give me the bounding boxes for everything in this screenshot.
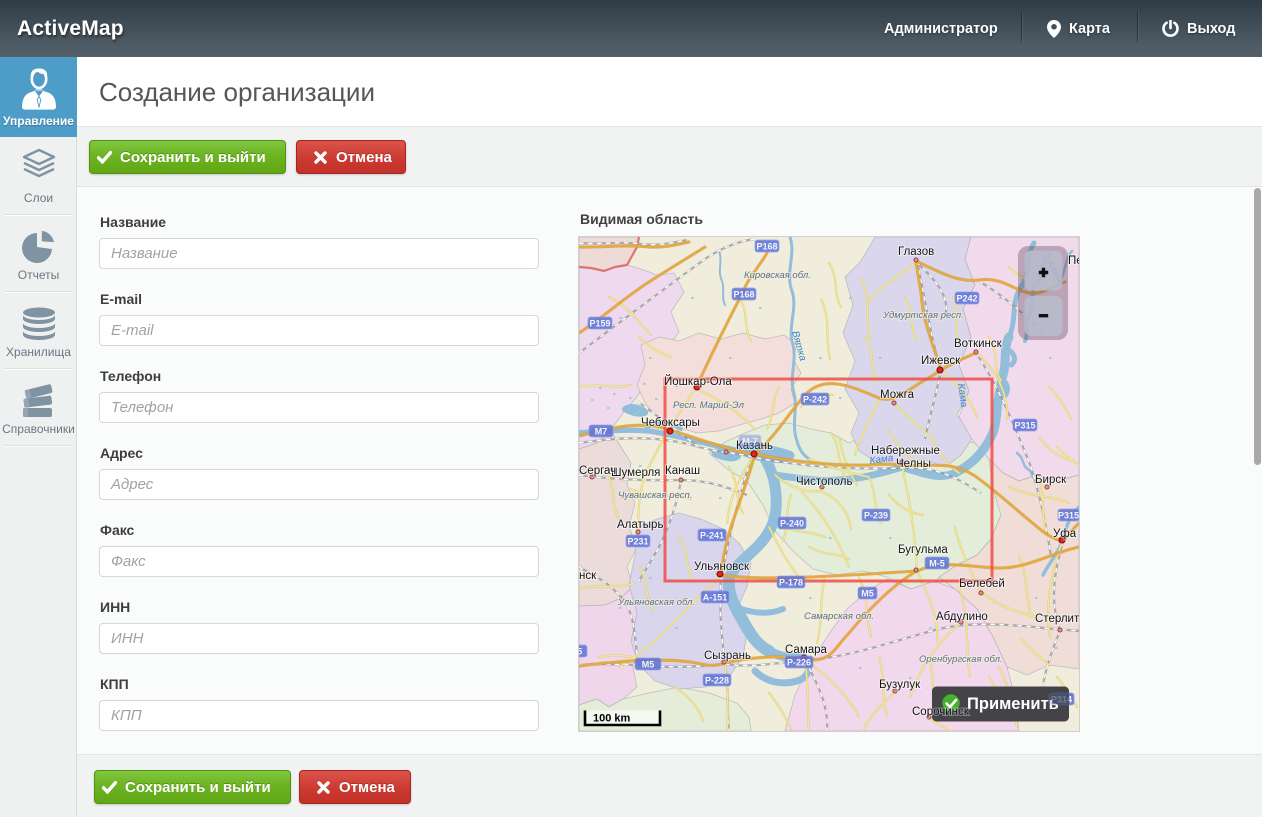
svg-text:Удмуртская респ.: Удмуртская респ. bbox=[882, 310, 964, 321]
svg-text:нск: нск bbox=[579, 570, 597, 582]
svg-text:Р231: Р231 bbox=[627, 536, 648, 546]
svg-text:Р168: Р168 bbox=[756, 241, 777, 251]
svg-text:Р-228: Р-228 bbox=[705, 675, 729, 685]
svg-text:Набережные: Набережные bbox=[871, 445, 940, 457]
svg-text:Ульяновская обл.: Ульяновская обл. bbox=[617, 597, 695, 608]
svg-text:Кировская обл.: Кировская обл. bbox=[744, 270, 811, 281]
svg-text:Р159: Р159 bbox=[589, 318, 610, 328]
svg-text:Р-241: Р-241 bbox=[700, 530, 724, 540]
svg-text:Р242: Р242 bbox=[956, 293, 977, 303]
svg-text:М-5: М-5 bbox=[929, 558, 945, 568]
svg-text:Чувашская респ.: Чувашская респ. bbox=[618, 490, 692, 501]
svg-text:Самара: Самара bbox=[785, 644, 828, 656]
svg-text:Р-242: Р-242 bbox=[803, 394, 827, 404]
svg-text:Йошкар-Ола: Йошкар-Ола bbox=[664, 375, 732, 388]
svg-text:Можга: Можга bbox=[880, 389, 915, 401]
svg-text:М-7: М-7 bbox=[742, 436, 758, 446]
svg-text:Р314: Р314 bbox=[1051, 694, 1072, 704]
svg-text:М5: М5 bbox=[642, 659, 655, 669]
svg-text:Чистополь: Чистополь bbox=[796, 476, 852, 488]
svg-text:Шумерля: Шумерля bbox=[611, 467, 660, 479]
svg-text:Применить: Применить bbox=[967, 695, 1059, 713]
svg-text:Р315: Р315 bbox=[1014, 420, 1035, 430]
svg-text:Р315: Р315 bbox=[1058, 510, 1079, 520]
svg-text:Сергач: Сергач bbox=[579, 465, 616, 477]
svg-text:Алатырь: Алатырь bbox=[617, 519, 663, 531]
svg-text:Сорочинск: Сорочинск bbox=[912, 706, 970, 718]
svg-text:Оренбургская обл.: Оренбургская обл. bbox=[919, 654, 1003, 665]
svg-text:Бирск: Бирск bbox=[1035, 474, 1067, 486]
svg-text:100 km: 100 km bbox=[593, 713, 631, 725]
svg-text:Бузулук: Бузулук bbox=[879, 679, 921, 691]
svg-text:Респ. Марий-Эл: Респ. Марий-Эл bbox=[673, 400, 745, 411]
svg-text:Канаш: Канаш bbox=[665, 465, 700, 477]
svg-text:Р-240: Р-240 bbox=[780, 518, 804, 528]
svg-text:Р-178: Р-178 bbox=[779, 577, 803, 587]
svg-text:Пе: Пе bbox=[1068, 255, 1079, 267]
svg-text:Сызрань: Сызрань bbox=[704, 650, 751, 662]
svg-text:Белебей: Белебей bbox=[959, 578, 1005, 590]
svg-text:Глазов: Глазов bbox=[898, 246, 934, 258]
svg-text:Воткинск: Воткинск bbox=[954, 338, 1003, 350]
svg-text:Р168: Р168 bbox=[733, 289, 754, 299]
svg-text:М5: М5 bbox=[861, 588, 874, 598]
svg-text:Абдулино: Абдулино bbox=[936, 611, 988, 623]
svg-text:Ижевск: Ижевск bbox=[921, 355, 961, 367]
svg-text:Р-239: Р-239 bbox=[864, 510, 888, 520]
svg-text:Стерлита: Стерлита bbox=[1035, 613, 1079, 625]
svg-text:Ульяновск: Ульяновск bbox=[694, 561, 750, 573]
svg-text:М7: М7 bbox=[595, 426, 608, 436]
svg-text:М5: М5 bbox=[579, 646, 582, 656]
svg-text:Чебоксары: Чебоксары bbox=[641, 417, 700, 429]
svg-text:Р-226: Р-226 bbox=[787, 657, 811, 667]
svg-text:Бугульма: Бугульма bbox=[898, 544, 948, 556]
svg-text:Уфа: Уфа bbox=[1053, 528, 1077, 540]
svg-text:Самарская обл.: Самарская обл. bbox=[804, 611, 874, 622]
svg-text:А-151: А-151 bbox=[703, 592, 728, 602]
svg-text:Челны: Челны bbox=[896, 458, 931, 470]
